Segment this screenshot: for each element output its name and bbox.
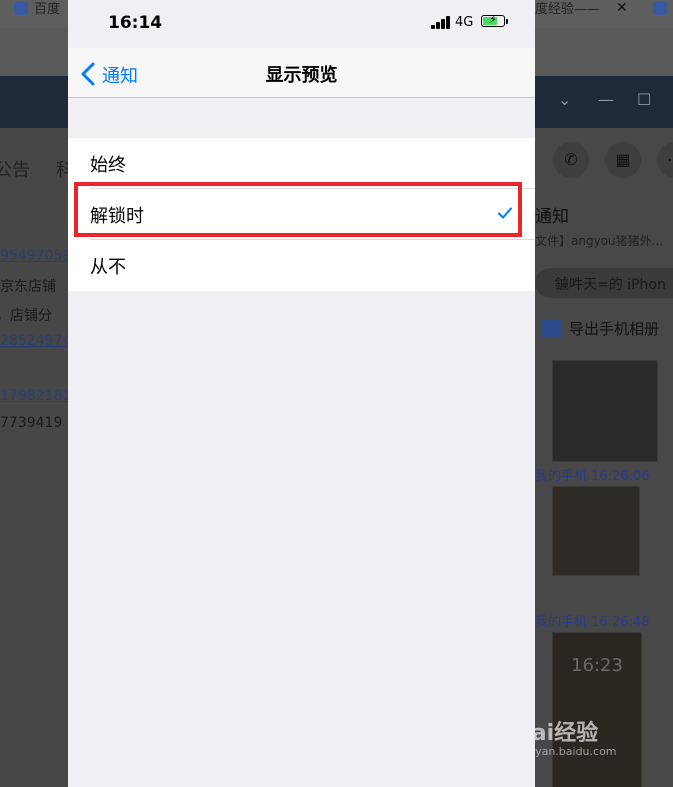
close-tab-icon: ✕: [616, 0, 628, 16]
background-timestamp: 我的手机 16:26:06: [535, 469, 650, 484]
minimize-icon: —: [598, 90, 614, 109]
background-line: 京东店铺: [0, 279, 56, 295]
background-lock-time: 16:23: [571, 655, 623, 676]
background-timestamp: 我的手机 16:26:48: [535, 615, 650, 630]
background-chat-right: ✆ ▦ ⋯ 通知 文件】angyou猪猪外... 鑢吽天=的 iPhon 导出手…: [535, 128, 673, 787]
status-time: 16:14: [108, 13, 163, 33]
background-tab: 度经验——: [535, 0, 600, 28]
baidu-favicon-icon: [653, 1, 667, 15]
background-tab: 百度: [14, 0, 60, 28]
background-device-line: 鑢吽天=的 iPhon: [555, 277, 666, 293]
background-tab: [653, 0, 673, 28]
option-label: 从不: [90, 257, 126, 278]
option-always[interactable]: 始终: [68, 138, 535, 189]
background-tab-label: 度经验——: [535, 2, 601, 17]
option-label: 解锁时: [90, 206, 144, 227]
background-line: 17982181: [0, 388, 72, 404]
checkmark-icon: [498, 207, 512, 219]
phone-call-icon: ✆: [553, 142, 589, 178]
navigation-bar: 通知 显示预览: [68, 48, 535, 98]
option-when-unlocked[interactable]: 解锁时: [68, 189, 535, 240]
preview-options-list: 始终 解锁时 从不: [68, 138, 535, 291]
option-label: 始终: [90, 155, 126, 176]
maximize-icon: ☐: [637, 90, 652, 109]
cellular-signal-icon: [431, 15, 453, 29]
background-chat-left: 公告 科 95497058 京东店铺 ，店铺分 28524974 1798218…: [0, 128, 74, 787]
network-type: 4G: [455, 15, 474, 30]
background-tab-label: 百度: [34, 2, 61, 17]
charging-bolt-icon: ⚡: [489, 13, 497, 26]
baidu-favicon-icon: [14, 1, 28, 15]
background-screenshot-thumb: 16:23: [552, 632, 642, 787]
background-file-line: 文件】angyou猪猪外...: [535, 234, 664, 248]
image-icon: [541, 319, 561, 337]
background-heading: 通知: [535, 207, 569, 227]
background-tab-text: 公告: [0, 160, 30, 181]
option-never[interactable]: 从不: [68, 240, 535, 291]
background-line: ，店铺分: [0, 308, 52, 324]
page-title: 显示预览: [265, 65, 338, 86]
status-bar: 16:14 4G ⚡: [68, 0, 535, 48]
battery-tip: [506, 19, 508, 24]
phone-screen: 16:14 4G ⚡ 通知 显示预览 始终 解锁时 从不: [68, 0, 535, 787]
background-export-line: 导出手机相册: [541, 318, 659, 339]
more-icon: ⋯: [657, 142, 673, 178]
background-line: 7739419: [0, 415, 63, 431]
calendar-icon: ▦: [605, 142, 641, 178]
chevron-down-icon: ⌄: [558, 90, 572, 109]
background-screenshot-thumb: [552, 486, 640, 576]
background-line: 28524974: [0, 333, 72, 349]
battery-charging-icon: ⚡: [481, 13, 505, 27]
background-screenshot-thumb: [552, 360, 658, 462]
background-line: 95497058: [0, 248, 72, 264]
